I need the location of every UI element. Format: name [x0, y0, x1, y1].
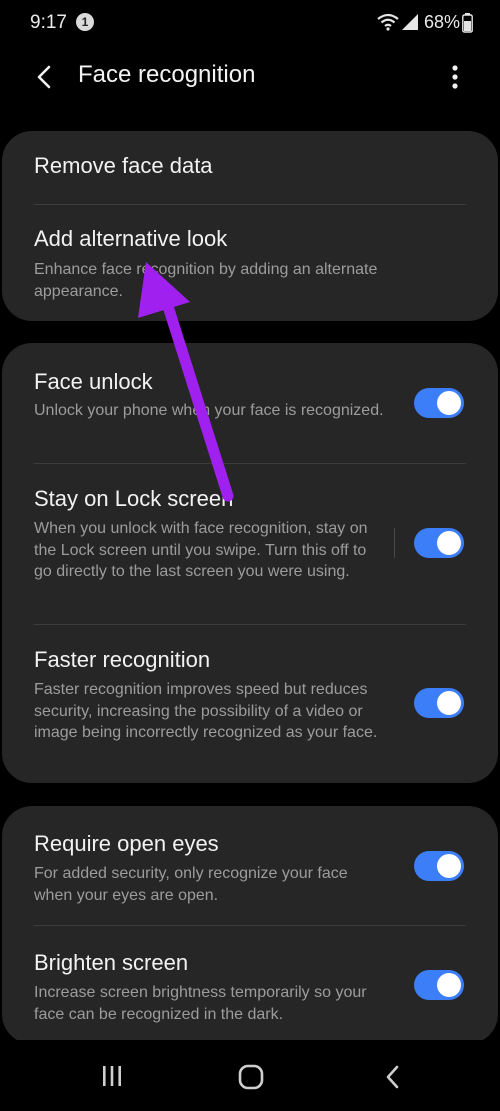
- security-options-card: Require open eyes For added security, on…: [2, 806, 498, 1044]
- wifi-icon: [377, 13, 399, 31]
- remove-face-data-title: Remove face data: [34, 153, 213, 178]
- face-unlock-row[interactable]: Face unlock Unlock your phone when your …: [2, 343, 498, 463]
- battery-icon: [462, 13, 473, 33]
- face-unlock-description: Unlock your phone when your face is reco…: [34, 402, 384, 419]
- unlock-settings-card: Face unlock Unlock your phone when your …: [2, 343, 498, 783]
- face-data-card: Remove face data Add alternative look En…: [2, 131, 498, 321]
- stay-on-lock-screen-toggle[interactable]: [414, 528, 464, 558]
- toggle-knob: [437, 854, 461, 878]
- back-arrow-icon: [37, 65, 51, 89]
- faster-recognition-description: Faster recognition improves speed but re…: [34, 681, 378, 741]
- add-alternative-look-title: Add alternative look: [34, 226, 228, 251]
- face-unlock-title: Face unlock: [34, 369, 153, 394]
- app-bar: Face recognition: [0, 48, 500, 108]
- toggle-knob: [437, 973, 461, 997]
- more-options-button[interactable]: [442, 60, 468, 94]
- vertical-divider: [394, 528, 395, 558]
- home-icon[interactable]: [238, 1064, 264, 1090]
- add-alternative-look-description: Enhance face recognition by adding an al…: [34, 261, 378, 300]
- require-open-eyes-row[interactable]: Require open eyes For added security, on…: [2, 806, 498, 925]
- more-vertical-icon: [452, 65, 458, 89]
- stay-on-lock-screen-title: Stay on Lock screen: [34, 486, 234, 511]
- face-unlock-toggle[interactable]: [414, 388, 464, 418]
- signal-icon: [402, 14, 418, 30]
- faster-recognition-row[interactable]: Faster recognition Faster recognition im…: [2, 625, 498, 783]
- require-open-eyes-title: Require open eyes: [34, 831, 219, 856]
- brighten-screen-row[interactable]: Brighten screen Increase screen brightne…: [2, 926, 498, 1044]
- stay-on-lock-screen-row[interactable]: Stay on Lock screen When you unlock with…: [2, 464, 498, 624]
- nav-back-icon[interactable]: [382, 1064, 404, 1090]
- faster-recognition-toggle[interactable]: [414, 688, 464, 718]
- toggle-knob: [437, 531, 461, 555]
- toggle-knob: [437, 391, 461, 415]
- navigation-bar: [0, 1040, 500, 1111]
- remove-face-data-row[interactable]: Remove face data: [2, 131, 498, 204]
- page-title: Face recognition: [78, 61, 256, 88]
- status-time: 9:17: [30, 12, 67, 33]
- back-button[interactable]: [28, 60, 62, 94]
- add-alternative-look-row[interactable]: Add alternative look Enhance face recogn…: [2, 205, 498, 321]
- brighten-screen-description: Increase screen brightness temporarily s…: [34, 984, 367, 1023]
- brighten-screen-toggle[interactable]: [414, 970, 464, 1000]
- notification-count-badge: 1: [76, 13, 94, 31]
- brighten-screen-title: Brighten screen: [34, 950, 189, 975]
- require-open-eyes-description: For added security, only recognize your …: [34, 865, 348, 904]
- stay-on-lock-screen-description: When you unlock with face recognition, s…: [34, 520, 368, 580]
- toggle-knob: [437, 691, 461, 715]
- recent-apps-icon[interactable]: [100, 1064, 124, 1088]
- status-bar: 9:17 1 68%: [0, 0, 500, 48]
- faster-recognition-title: Faster recognition: [34, 647, 211, 672]
- battery-percentage: 68%: [424, 12, 461, 32]
- require-open-eyes-toggle[interactable]: [414, 851, 464, 881]
